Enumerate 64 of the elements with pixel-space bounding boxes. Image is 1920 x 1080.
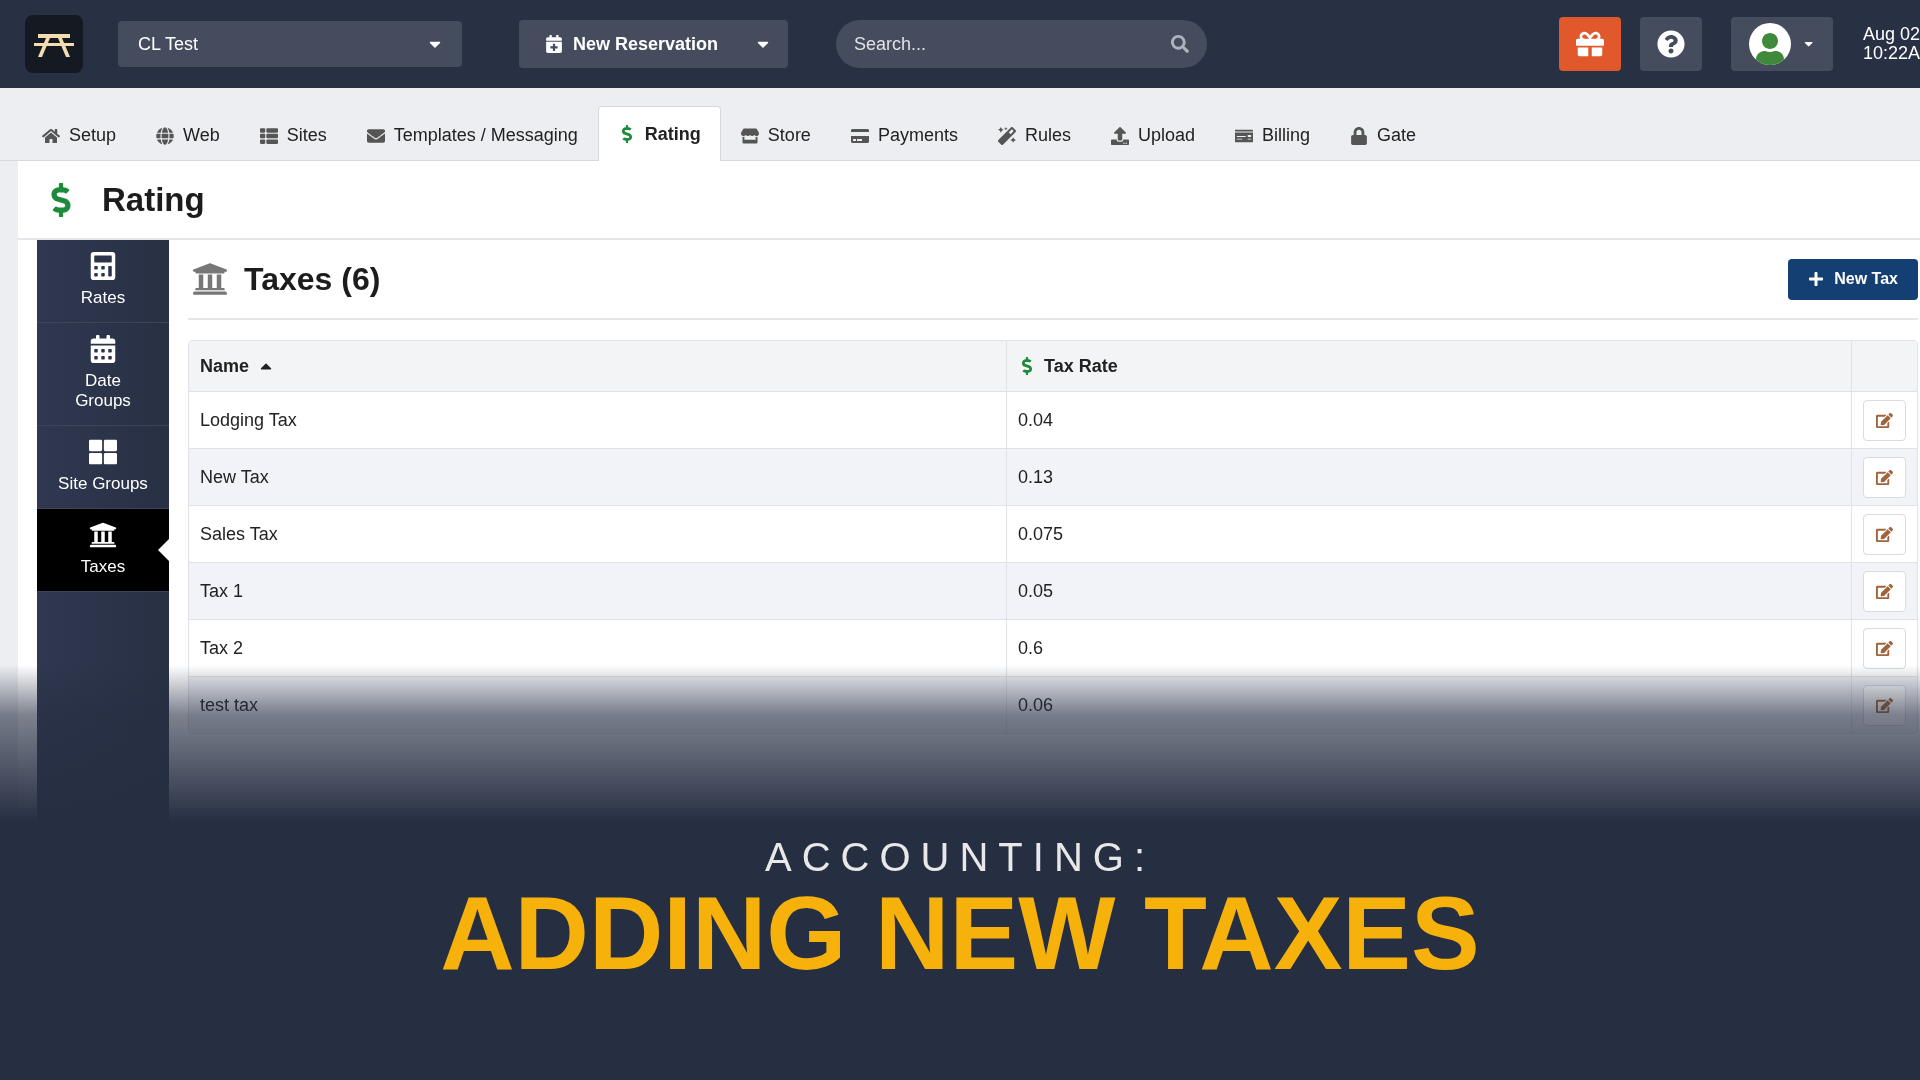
sidebar-item[interactable]: Taxes bbox=[37, 509, 169, 592]
avatar-icon bbox=[1748, 23, 1791, 65]
table-cell: 0.06 bbox=[1007, 677, 1852, 733]
globe-icon bbox=[156, 126, 175, 145]
app-logo[interactable] bbox=[25, 15, 83, 73]
wand-icon bbox=[997, 126, 1016, 145]
sidebar-item[interactable]: Date Groups bbox=[37, 323, 169, 426]
bank-icon bbox=[192, 261, 228, 297]
help-icon bbox=[1657, 30, 1685, 58]
date-text: Aug 02 bbox=[1862, 25, 1920, 44]
edit-icon bbox=[1876, 582, 1893, 600]
table-cell: test tax bbox=[189, 677, 1007, 733]
edit-icon bbox=[1876, 639, 1893, 657]
edit-icon bbox=[1876, 411, 1893, 429]
store-icon bbox=[740, 126, 759, 145]
bank-icon bbox=[89, 521, 117, 549]
help-button[interactable] bbox=[1640, 17, 1702, 71]
plus-icon bbox=[1808, 271, 1825, 287]
edit-button[interactable] bbox=[1863, 627, 1906, 669]
grid-icon bbox=[89, 438, 117, 466]
envelope-icon bbox=[366, 126, 385, 145]
edit-button[interactable] bbox=[1863, 456, 1906, 498]
nav-tab[interactable]: Upload bbox=[1090, 109, 1215, 161]
nav-tab[interactable]: Templates / Messaging bbox=[346, 109, 598, 161]
gift-icon bbox=[1576, 30, 1604, 58]
user-menu-button[interactable] bbox=[1731, 17, 1833, 71]
calculator-icon bbox=[89, 252, 117, 280]
nav-tab[interactable]: Rating bbox=[597, 106, 721, 161]
page-title: Rating bbox=[102, 180, 205, 219]
edit-icon bbox=[1876, 525, 1893, 543]
edit-button[interactable] bbox=[1863, 570, 1906, 612]
new-reservation-button[interactable]: New Reservation bbox=[519, 20, 788, 68]
sidebar-item[interactable]: Site Groups bbox=[37, 426, 169, 509]
location-dropdown[interactable]: CL Test bbox=[118, 21, 462, 67]
nav-tab[interactable]: Rules bbox=[977, 109, 1091, 161]
edit-button[interactable] bbox=[1863, 399, 1906, 441]
lock-icon bbox=[1350, 126, 1369, 145]
time-text: 10:22A bbox=[1862, 44, 1920, 63]
selection-pointer bbox=[158, 538, 170, 562]
credit-card-icon bbox=[850, 126, 869, 145]
search-icon bbox=[1171, 35, 1189, 53]
nav-tab[interactable]: Setup bbox=[22, 109, 137, 161]
panel-title: Taxes (6) bbox=[244, 260, 382, 298]
search-field[interactable]: Search... bbox=[836, 20, 1207, 68]
calendar-icon bbox=[89, 335, 117, 363]
edit-button[interactable] bbox=[1863, 684, 1906, 726]
calendar-plus-icon bbox=[545, 35, 563, 53]
edit-icon bbox=[1876, 696, 1893, 714]
gift-button[interactable] bbox=[1559, 17, 1621, 71]
home-icon bbox=[42, 126, 60, 145]
edit-button[interactable] bbox=[1863, 513, 1906, 555]
nav-tab[interactable]: Sites bbox=[239, 109, 347, 161]
sidebar-item[interactable]: Rates bbox=[37, 240, 169, 323]
nav-tab[interactable]: Store bbox=[720, 109, 831, 161]
new-tax-button[interactable]: New Tax bbox=[1788, 258, 1918, 300]
list-icon bbox=[259, 126, 278, 145]
nav-tab[interactable]: Gate bbox=[1330, 109, 1437, 161]
nav-tab[interactable]: Payments bbox=[830, 109, 978, 161]
nav-tab[interactable]: Billing bbox=[1215, 109, 1331, 161]
upload-icon bbox=[1110, 126, 1129, 145]
title-kicker: ACCOUNTING: bbox=[765, 834, 1155, 880]
title-headline: ADDING NEW TAXES bbox=[440, 879, 1480, 988]
nav-tab[interactable]: Web bbox=[136, 109, 240, 161]
edit-icon bbox=[1876, 468, 1893, 486]
